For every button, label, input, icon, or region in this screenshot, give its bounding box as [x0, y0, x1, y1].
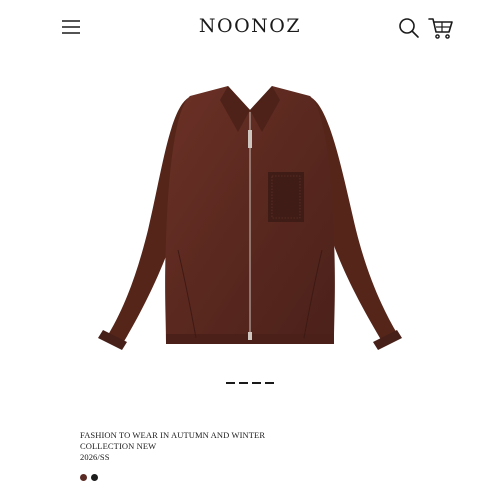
search-icon [399, 18, 419, 38]
menu-button[interactable] [60, 16, 82, 38]
product-info: FASHION TO WEAR IN AUTUMN AND WINTER COL… [80, 430, 420, 463]
product-title-line1[interactable]: FASHION TO WEAR IN AUTUMN AND WINTER [80, 430, 420, 441]
carousel-dot-4[interactable] [265, 382, 274, 384]
cart-button[interactable] [428, 16, 454, 40]
carousel-dot-2[interactable] [239, 382, 248, 384]
product-season: 2026/SS [80, 452, 110, 462]
color-swatches [80, 474, 98, 481]
shopping-cart-icon [428, 18, 453, 39]
top-header: NOONOZ [0, 0, 500, 56]
jacket-image [98, 86, 402, 350]
carousel-dot-1[interactable] [226, 382, 235, 384]
color-swatch-brown[interactable] [80, 474, 87, 481]
hamburger-menu-icon [62, 20, 80, 34]
color-swatch-black[interactable] [91, 474, 98, 481]
product-title-line2[interactable]: COLLECTION NEW [80, 441, 420, 452]
product-image[interactable] [60, 66, 440, 366]
carousel-dot-3[interactable] [252, 382, 261, 384]
search-button[interactable] [398, 17, 420, 39]
carousel-pager [226, 382, 274, 386]
